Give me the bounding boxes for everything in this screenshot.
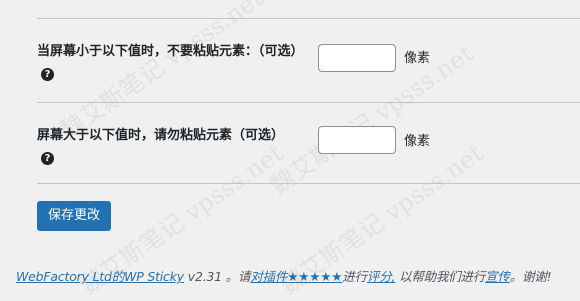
max-width-label: 屏幕大于以下值时，请勿粘贴元素（可选）? [37,124,297,170]
top-divider [37,18,580,19]
rate-link[interactable]: 对插件★★★★★ [250,269,342,284]
row-divider [37,102,580,103]
promote-link[interactable]: 宣传 [485,269,510,284]
plugin-footer: WebFactory Ltd的WP Sticky v2.31 。请对插件★★★★… [16,266,576,285]
footer-text: 。谢谢! [509,269,552,284]
max-width-input[interactable] [318,126,396,154]
min-width-label-text: 当屏幕小于以下值时，不要粘贴元素：（可选） [37,44,304,59]
bottom-divider [37,183,580,184]
help-icon[interactable]: ? [41,68,54,81]
min-width-input[interactable] [318,44,396,72]
min-width-label: 当屏幕小于以下值时，不要粘贴元素：（可选）? [37,40,304,86]
author-link[interactable]: WebFactory Ltd的WP Sticky [16,269,184,284]
help-icon[interactable]: ? [41,152,54,165]
min-width-unit: 像素 [404,51,431,66]
review-link[interactable]: 评分, [367,269,396,284]
version-text: v2.31 。请 [183,269,251,284]
footer-text: 以帮助我们进行 [395,269,486,284]
max-width-label-text: 屏幕大于以下值时，请勿粘贴元素（可选） [37,128,285,143]
footer-text: 进行 [342,269,367,284]
max-width-unit: 像素 [404,134,431,149]
save-changes-button[interactable]: 保存更改 [37,201,111,231]
